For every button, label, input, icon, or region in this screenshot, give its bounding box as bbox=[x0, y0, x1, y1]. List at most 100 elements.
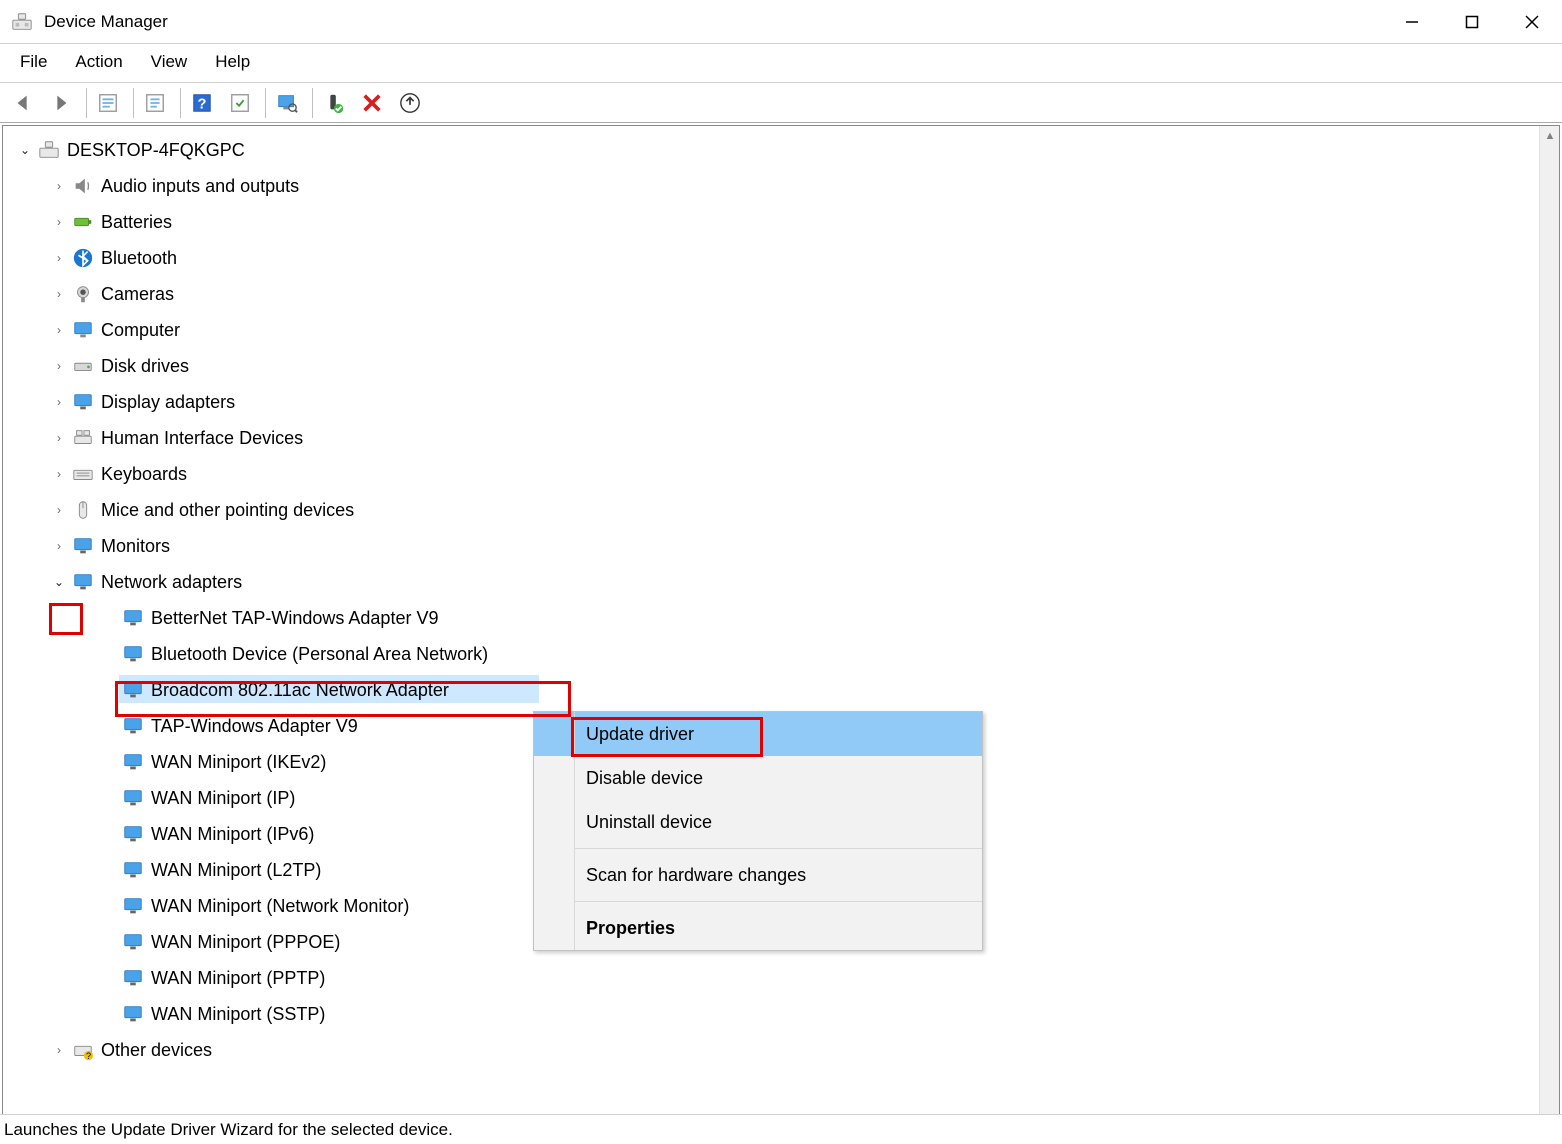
network-icon bbox=[71, 570, 95, 594]
toolbar-sep bbox=[133, 88, 134, 118]
root-label: DESKTOP-4FQKGPC bbox=[67, 140, 245, 161]
chevron-right-icon[interactable]: › bbox=[57, 1043, 61, 1057]
tree-category-node[interactable]: › Bluetooth bbox=[3, 240, 1539, 276]
toolbar-sep bbox=[265, 88, 266, 118]
context-properties[interactable]: Properties bbox=[534, 906, 982, 950]
tree-device-node[interactable]: Broadcom 802.11ac Network Adapter bbox=[3, 672, 1539, 708]
show-hidden-2-button[interactable] bbox=[223, 86, 257, 120]
menu-action[interactable]: Action bbox=[63, 48, 138, 76]
tree-device-node[interactable]: WAN Miniport (PPTP) bbox=[3, 960, 1539, 996]
device-label: WAN Miniport (L2TP) bbox=[151, 860, 321, 881]
device-tree[interactable]: ⌄ DESKTOP-4FQKGPC ›Audio inputs and outp… bbox=[3, 126, 1539, 1132]
scroll-up-icon[interactable]: ▲ bbox=[1540, 126, 1560, 146]
category-label: Keyboards bbox=[101, 464, 187, 485]
category-label: Monitors bbox=[101, 536, 170, 557]
properties-button[interactable] bbox=[138, 86, 172, 120]
keyboard-icon bbox=[71, 462, 95, 486]
tree-category-node[interactable]: ›?Other devices bbox=[3, 1032, 1539, 1068]
category-label: Display adapters bbox=[101, 392, 235, 413]
device-label: BetterNet TAP-Windows Adapter V9 bbox=[151, 608, 438, 629]
context-menu-sep bbox=[574, 901, 982, 902]
device-label: Bluetooth Device (Personal Area Network) bbox=[151, 644, 488, 665]
tree-root-node[interactable]: ⌄ DESKTOP-4FQKGPC bbox=[3, 132, 1539, 168]
tree-category-node[interactable]: ⌄Network adapters bbox=[3, 564, 1539, 600]
chevron-right-icon[interactable]: › bbox=[57, 503, 61, 517]
chevron-right-icon[interactable]: › bbox=[57, 251, 61, 265]
chevron-right-icon[interactable]: › bbox=[57, 215, 61, 229]
statusbar: Launches the Update Driver Wizard for th… bbox=[0, 1114, 1562, 1144]
computer-icon bbox=[71, 318, 95, 342]
network-adapter-icon bbox=[121, 822, 145, 846]
camera-icon bbox=[71, 282, 95, 306]
tree-device-node[interactable]: Bluetooth Device (Personal Area Network) bbox=[3, 636, 1539, 672]
scan-hardware-button[interactable] bbox=[270, 86, 304, 120]
speaker-icon bbox=[71, 174, 95, 198]
menu-view[interactable]: View bbox=[139, 48, 204, 76]
network-adapter-icon bbox=[121, 714, 145, 738]
update-driver-button[interactable] bbox=[393, 86, 427, 120]
context-update-driver[interactable]: Update driver bbox=[534, 712, 982, 756]
device-manager-icon bbox=[10, 10, 34, 34]
device-label: TAP-Windows Adapter V9 bbox=[151, 716, 358, 737]
chevron-down-icon[interactable]: ⌄ bbox=[54, 575, 64, 589]
vertical-scrollbar[interactable]: ▲ ▼ bbox=[1539, 126, 1559, 1132]
tree-category-node[interactable]: › Human Interface Devices bbox=[3, 420, 1539, 456]
category-label: Computer bbox=[101, 320, 180, 341]
chevron-right-icon[interactable]: › bbox=[57, 467, 61, 481]
network-adapter-icon bbox=[121, 606, 145, 630]
content-panel: ⌄ DESKTOP-4FQKGPC ›Audio inputs and outp… bbox=[2, 125, 1560, 1133]
chevron-right-icon[interactable]: › bbox=[57, 323, 61, 337]
network-adapter-icon bbox=[121, 930, 145, 954]
context-scan-hardware[interactable]: Scan for hardware changes bbox=[534, 853, 982, 897]
svg-text:?: ? bbox=[86, 1051, 91, 1061]
nav-back-button[interactable] bbox=[6, 86, 40, 120]
show-hidden-button[interactable] bbox=[91, 86, 125, 120]
chevron-right-icon[interactable]: › bbox=[57, 539, 61, 553]
context-menu-sep bbox=[574, 848, 982, 849]
toolbar-sep bbox=[312, 88, 313, 118]
window-title: Device Manager bbox=[44, 12, 168, 32]
device-label: Broadcom 802.11ac Network Adapter bbox=[151, 680, 449, 701]
tree-category-node[interactable]: › Monitors bbox=[3, 528, 1539, 564]
tree-category-node[interactable]: › Disk drives bbox=[3, 348, 1539, 384]
window-controls bbox=[1382, 0, 1562, 44]
nav-forward-button[interactable] bbox=[44, 86, 78, 120]
computer-root-icon bbox=[37, 138, 61, 162]
tree-category-node[interactable]: › Keyboards bbox=[3, 456, 1539, 492]
other-icon: ? bbox=[71, 1038, 95, 1062]
tree-category-node[interactable]: ›Audio inputs and outputs bbox=[3, 168, 1539, 204]
tree-device-node[interactable]: BetterNet TAP-Windows Adapter V9 bbox=[3, 600, 1539, 636]
device-label: WAN Miniport (PPPOE) bbox=[151, 932, 340, 953]
category-label: Disk drives bbox=[101, 356, 189, 377]
context-uninstall-device[interactable]: Uninstall device bbox=[534, 800, 982, 844]
disk-icon bbox=[71, 354, 95, 378]
network-adapter-icon bbox=[121, 966, 145, 990]
chevron-right-icon[interactable]: › bbox=[57, 359, 61, 373]
context-disable-device[interactable]: Disable device bbox=[534, 756, 982, 800]
chevron-right-icon[interactable]: › bbox=[57, 395, 61, 409]
minimize-button[interactable] bbox=[1382, 0, 1442, 44]
device-label: WAN Miniport (IPv6) bbox=[151, 824, 314, 845]
menu-file[interactable]: File bbox=[8, 48, 63, 76]
device-label: WAN Miniport (IKEv2) bbox=[151, 752, 326, 773]
tree-category-node[interactable]: ›Cameras bbox=[3, 276, 1539, 312]
status-text: Launches the Update Driver Wizard for th… bbox=[4, 1120, 453, 1140]
chevron-right-icon[interactable]: › bbox=[57, 287, 61, 301]
network-adapter-icon bbox=[121, 678, 145, 702]
tree-category-node[interactable]: › Display adapters bbox=[3, 384, 1539, 420]
chevron-right-icon[interactable]: › bbox=[57, 431, 61, 445]
chevron-down-icon[interactable]: ⌄ bbox=[20, 143, 30, 157]
menu-help[interactable]: Help bbox=[203, 48, 266, 76]
chevron-right-icon[interactable]: › bbox=[57, 179, 61, 193]
enable-device-button[interactable] bbox=[317, 86, 351, 120]
tree-device-node[interactable]: WAN Miniport (SSTP) bbox=[3, 996, 1539, 1032]
tree-category-node[interactable]: › Computer bbox=[3, 312, 1539, 348]
category-label: Human Interface Devices bbox=[101, 428, 303, 449]
tree-category-node[interactable]: ›Batteries bbox=[3, 204, 1539, 240]
maximize-button[interactable] bbox=[1442, 0, 1502, 44]
close-button[interactable] bbox=[1502, 0, 1562, 44]
category-label: Bluetooth bbox=[101, 248, 177, 269]
help-button[interactable]: ? bbox=[185, 86, 219, 120]
uninstall-button[interactable] bbox=[355, 86, 389, 120]
tree-category-node[interactable]: ›Mice and other pointing devices bbox=[3, 492, 1539, 528]
